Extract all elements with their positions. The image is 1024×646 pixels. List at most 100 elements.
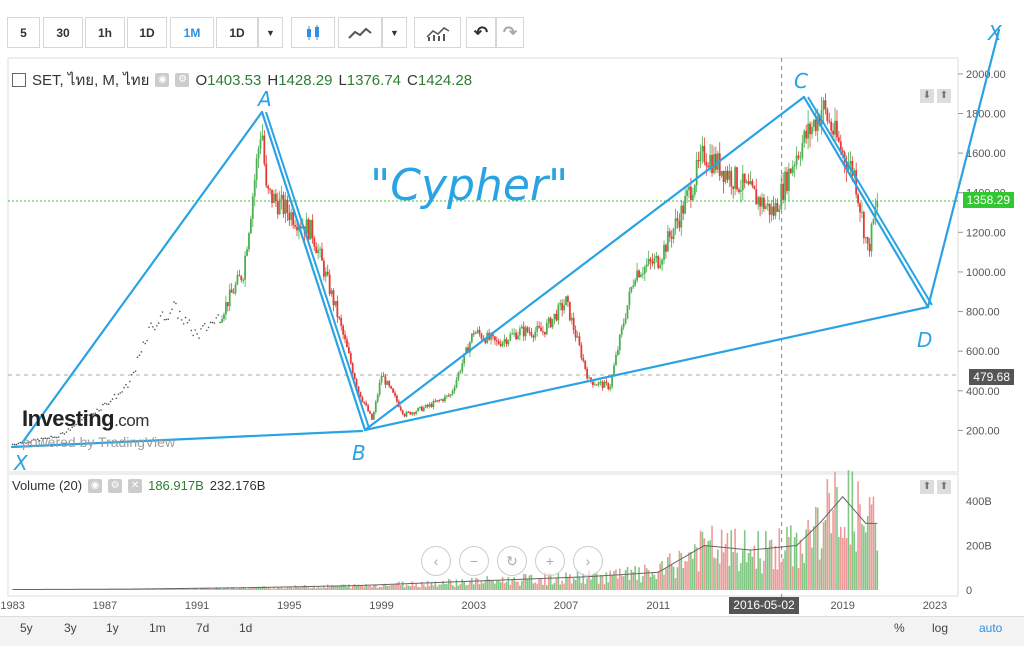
candle-body [857, 194, 859, 203]
percent-toggle[interactable]: % [894, 621, 905, 635]
range-1y[interactable]: 1y [106, 621, 119, 635]
auto-toggle[interactable]: auto [979, 621, 1002, 635]
volume-eye-icon[interactable]: ◉ [88, 479, 102, 493]
y-tick-label: 800.00 [966, 307, 1000, 319]
candle-body [294, 225, 296, 227]
x-tick-label: 2011 [646, 600, 670, 612]
candle-body [504, 339, 506, 342]
candle-body [736, 167, 738, 189]
candle-body [494, 336, 496, 340]
range-7d[interactable]: 7d [196, 621, 209, 635]
volume-bar [778, 528, 780, 590]
candle-body [782, 184, 784, 200]
volume-bar [502, 577, 504, 590]
volume-bar [584, 584, 586, 590]
candle-body [542, 331, 544, 332]
candle-body [223, 314, 225, 319]
gear-icon[interactable]: ⚙ [175, 73, 189, 87]
candle-body [310, 220, 312, 240]
candle-body [338, 317, 340, 318]
candle-body [646, 264, 648, 266]
volume-bar [802, 554, 804, 590]
price-point [198, 337, 200, 339]
candle-body [242, 280, 244, 281]
y-tick-label: 1200.00 [966, 227, 1006, 239]
axes: 2000.001800.001600.001400.001200.001000.… [0, 69, 1005, 612]
candle-body [361, 397, 363, 402]
range-1m[interactable]: 1m [149, 621, 166, 635]
volume-bar [264, 586, 266, 590]
eye-icon[interactable]: ◉ [155, 73, 169, 87]
candle-body [473, 334, 475, 335]
zoom-out-icon[interactable]: − [459, 546, 489, 576]
label-b: B [352, 441, 366, 465]
pane-down-icon[interactable]: ⬇ [920, 89, 934, 103]
volume-bar [607, 582, 609, 590]
volume-bar [461, 579, 463, 590]
price-point [219, 322, 221, 324]
vol-pane-up-icon[interactable]: ⬆ [920, 480, 934, 494]
candle-body [452, 391, 454, 394]
volume-bar [740, 563, 742, 590]
candle-body [346, 339, 348, 347]
price-point [175, 303, 177, 305]
candle-body [459, 371, 461, 372]
candle-body [423, 407, 425, 410]
volume-bar [269, 588, 271, 590]
reset-icon[interactable]: ↻ [497, 546, 527, 576]
volume-bar [832, 510, 834, 590]
volume-bar [765, 531, 767, 590]
volume-close-icon[interactable]: ✕ [128, 479, 142, 493]
candle-body [604, 382, 606, 388]
candle-body [296, 227, 298, 231]
volume-bar [748, 553, 750, 590]
vol-pane-maximize-icon[interactable]: ⬆ [937, 480, 951, 494]
candle-body [678, 221, 680, 228]
volume-bar [556, 578, 558, 590]
zoom-in-icon[interactable]: + [535, 546, 565, 576]
volume-bar [392, 585, 394, 590]
candle-body [632, 286, 634, 287]
collapse-icon[interactable] [12, 73, 26, 87]
candle-body [753, 186, 755, 189]
x-tick-label: 1991 [185, 600, 209, 612]
volume-bar [515, 581, 517, 590]
volume-label: Volume (20) [12, 478, 82, 493]
volume-bar [821, 548, 823, 590]
volume-bar [594, 573, 596, 590]
candle-body [386, 381, 388, 385]
range-1d[interactable]: 1d [239, 621, 252, 635]
scroll-right-icon[interactable]: › [573, 546, 603, 576]
volume-bar [623, 576, 625, 590]
range-5y[interactable]: 5y [20, 621, 33, 635]
volume-gear-icon[interactable]: ⚙ [108, 479, 122, 493]
candle-body [394, 393, 396, 396]
scroll-left-icon[interactable]: ‹ [421, 546, 451, 576]
candle-body [763, 198, 765, 209]
volume-bar [517, 582, 519, 590]
price-point [123, 387, 125, 389]
x-tick-label: 1999 [369, 600, 393, 612]
volume-bar [684, 561, 686, 590]
volume-bar [504, 583, 506, 590]
candle-body [336, 301, 338, 317]
volume-bar [538, 579, 540, 590]
volume-bar [444, 584, 446, 590]
log-toggle[interactable]: log [932, 621, 948, 635]
candle-body [609, 387, 611, 389]
candle-body [653, 258, 655, 263]
crosshair-date-tag: 2016-05-02 [729, 597, 799, 614]
volume-bar [644, 565, 646, 590]
pane-maximize-icon[interactable]: ⬆ [937, 89, 951, 103]
price-point [119, 392, 121, 394]
candle-body [271, 190, 273, 203]
volume-bar [377, 588, 379, 590]
candle-body [267, 186, 269, 189]
range-3y[interactable]: 3y [64, 621, 77, 635]
candle-body [417, 408, 419, 411]
candle-body [308, 219, 310, 239]
candle-body [786, 172, 788, 191]
volume-bar [369, 586, 371, 590]
volume-bar [657, 571, 659, 590]
volume-bar [387, 586, 389, 590]
